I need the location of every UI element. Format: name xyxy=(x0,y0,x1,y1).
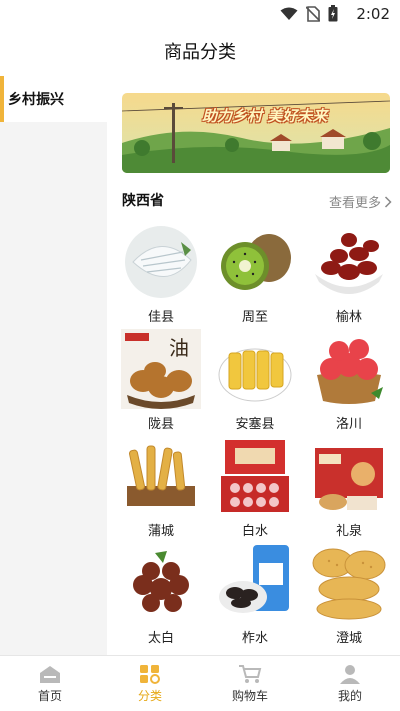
chevron-right-icon xyxy=(384,195,392,208)
product-name: 佳县 xyxy=(147,310,174,325)
cart-icon xyxy=(239,665,262,683)
status-time: 2:02 xyxy=(356,5,390,23)
product-item-baishui[interactable]: 白水 xyxy=(208,436,302,542)
product-item-yulin[interactable]: 榆林 xyxy=(302,222,396,328)
product-name: 太白 xyxy=(147,631,174,646)
see-more-label: 查看更多 xyxy=(328,196,381,211)
status-bar: 2:02 xyxy=(0,0,400,28)
flatbread-image xyxy=(312,548,386,620)
profile-icon xyxy=(340,665,360,684)
banner-slogan: 助力乡村 美好未来 xyxy=(202,107,328,125)
category-content: 助力乡村 美好未来 陕西省 查看更多 佳县 周至 榆林 油 陇县 安塞县 洛川 … xyxy=(107,76,400,656)
product-item-longxian[interactable]: 油 陇县 xyxy=(114,329,208,435)
vermicelli-image xyxy=(125,226,197,298)
tab-cart[interactable]: 购物车 xyxy=(200,656,300,711)
gift-box-image xyxy=(315,448,383,510)
fried-pastry-image: 油 xyxy=(121,329,201,409)
page-header: 商品分类 xyxy=(0,28,400,74)
tab-home[interactable]: 首页 xyxy=(0,656,100,711)
kiwi-image xyxy=(221,234,291,290)
apple-gift-box-image xyxy=(221,440,289,512)
chestnuts-image xyxy=(133,551,189,612)
tab-category[interactable]: 分类 xyxy=(100,656,200,711)
product-item-zhashui[interactable]: 柞水 xyxy=(208,543,302,649)
crispy-sticks-image xyxy=(127,445,195,506)
sidebar-item-rural-revitalization[interactable]: 乡村振兴 xyxy=(0,76,107,122)
product-name: 陇县 xyxy=(147,417,174,432)
product-item-ansai[interactable]: 安塞县 xyxy=(208,329,302,435)
product-item-liquan[interactable]: 礼泉 xyxy=(302,436,396,542)
promo-banner[interactable]: 助力乡村 美好未来 xyxy=(122,93,390,173)
product-item-taibai[interactable]: 太白 xyxy=(114,543,208,649)
product-name: 白水 xyxy=(241,524,268,539)
product-item-jiaxian[interactable]: 佳县 xyxy=(114,222,208,328)
product-item-pucheng[interactable]: 蒲城 xyxy=(114,436,208,542)
see-more-link[interactable]: 查看更多 xyxy=(329,192,392,211)
black-fungus-image xyxy=(219,545,289,613)
wifi-icon xyxy=(280,7,298,20)
product-name: 蒲城 xyxy=(147,524,174,539)
product-name: 安塞县 xyxy=(235,417,275,432)
product-name: 礼泉 xyxy=(335,524,362,539)
product-name: 洛川 xyxy=(335,417,362,432)
tab-label: 我的 xyxy=(337,689,362,703)
home-icon xyxy=(40,666,60,683)
yellow-cake-image xyxy=(218,348,292,402)
category-icon xyxy=(140,665,160,684)
sidebar-item-label: 乡村振兴 xyxy=(8,92,64,108)
product-item-zhouzhi[interactable]: 周至 xyxy=(208,222,302,328)
tab-label: 分类 xyxy=(137,689,162,703)
province-title: 陕西省 xyxy=(122,193,164,209)
category-sidebar: 乡村振兴 xyxy=(0,76,107,656)
product-name: 柞水 xyxy=(241,631,268,646)
status-icons xyxy=(280,5,338,22)
apples-image xyxy=(317,339,383,404)
battery-charging-icon xyxy=(328,5,338,22)
tab-label: 购物车 xyxy=(231,689,268,703)
bottom-tab-bar: 首页 分类 购物车 我的 xyxy=(0,655,400,711)
page-title: 商品分类 xyxy=(164,42,236,63)
product-item-chengcheng[interactable]: 澄城 xyxy=(302,543,396,649)
product-item-luochuan[interactable]: 洛川 xyxy=(302,329,396,435)
province-section-header: 陕西省 查看更多 xyxy=(122,190,392,212)
product-name: 周至 xyxy=(241,310,268,325)
svg-text:油: 油 xyxy=(169,336,189,360)
tab-label: 首页 xyxy=(37,689,62,703)
no-sim-icon xyxy=(306,5,320,22)
product-name: 榆林 xyxy=(335,310,362,325)
red-dates-image xyxy=(315,233,383,294)
product-name: 澄城 xyxy=(335,631,362,646)
tab-profile[interactable]: 我的 xyxy=(300,656,400,711)
